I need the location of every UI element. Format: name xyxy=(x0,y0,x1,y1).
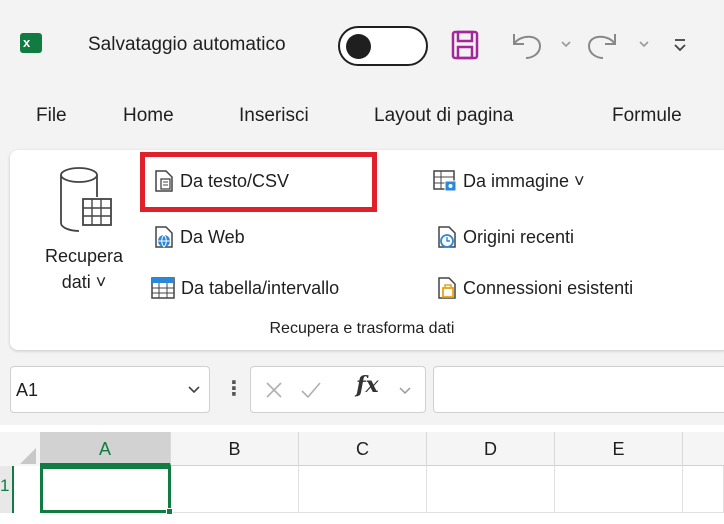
tab-formule[interactable]: Formule xyxy=(612,105,682,127)
save-icon[interactable] xyxy=(451,30,479,65)
da-immagine-label: Da immagine ˅ xyxy=(463,170,585,191)
tab-inserisci[interactable]: Inserisci xyxy=(239,105,309,127)
fx-dropdown-icon[interactable] xyxy=(397,383,413,399)
undo-icon[interactable] xyxy=(506,30,546,65)
connessioni-esistenti-button[interactable]: Connessioni esistenti xyxy=(436,276,633,300)
recent-sources-icon xyxy=(438,226,456,248)
da-tabella-button[interactable]: Da tabella/intervallo xyxy=(150,276,339,300)
redo-icon[interactable] xyxy=(583,30,623,65)
existing-connections-icon xyxy=(438,277,456,299)
da-web-button[interactable]: Da Web xyxy=(153,225,245,249)
toggle-knob xyxy=(346,34,371,59)
fill-handle[interactable] xyxy=(166,508,173,515)
undo-dropdown-icon[interactable] xyxy=(560,34,572,59)
cell-e1[interactable] xyxy=(555,466,683,513)
column-header-e[interactable]: E xyxy=(555,432,683,466)
formula-buttons xyxy=(250,366,426,413)
origini-recenti-button[interactable]: Origini recenti xyxy=(436,225,574,249)
select-all-triangle-icon xyxy=(20,448,36,464)
formula-input[interactable] xyxy=(433,366,724,413)
column-header-a[interactable]: A xyxy=(40,432,171,466)
column-header-c[interactable]: C xyxy=(299,432,427,466)
image-table-icon xyxy=(433,170,457,192)
database-icon[interactable] xyxy=(57,165,117,240)
formula-bar-splitter-icon[interactable]: ⋮ xyxy=(224,376,244,401)
tab-file[interactable]: File xyxy=(36,105,67,127)
enter-check-icon[interactable] xyxy=(299,379,323,401)
connessioni-esistenti-label: Connessioni esistenti xyxy=(463,277,634,298)
column-header-d[interactable]: D xyxy=(427,432,555,466)
redo-dropdown-icon[interactable] xyxy=(638,34,650,59)
ribbon-tabs: File Home Inserisci Layout di pagina For… xyxy=(0,105,724,145)
recupera-label-line2: dati ˅ xyxy=(61,272,107,292)
recupera-label-line1: Recupera xyxy=(44,246,124,266)
da-tabella-label: Da tabella/intervallo xyxy=(181,277,340,298)
cell-b1[interactable] xyxy=(171,466,299,513)
active-cell-outline xyxy=(40,466,171,513)
row-header-1[interactable]: 1 xyxy=(0,466,14,513)
customize-toolbar-icon[interactable] xyxy=(672,32,688,61)
cell-f1[interactable] xyxy=(683,466,724,513)
name-box-dropdown-icon[interactable] xyxy=(186,382,202,403)
cell-c1[interactable] xyxy=(299,466,427,513)
da-immagine-button[interactable]: Da immagine ˅ xyxy=(432,169,585,193)
name-box-value: A1 xyxy=(16,380,39,400)
autosave-toggle[interactable] xyxy=(338,26,428,66)
excel-logo-icon: x xyxy=(20,33,42,53)
autosave-label: Salvataggio automatico xyxy=(88,34,286,55)
group-label: Recupera e trasforma dati xyxy=(269,320,455,337)
web-page-icon xyxy=(155,226,173,248)
name-box[interactable] xyxy=(10,366,210,413)
origini-recenti-label: Origini recenti xyxy=(463,226,575,247)
cell-d1[interactable] xyxy=(427,466,555,513)
highlight-box xyxy=(140,152,377,212)
insert-function-button[interactable]: fx xyxy=(356,372,379,398)
table-icon xyxy=(151,277,175,299)
recupera-dati-button[interactable]: Recupera dati ˅ xyxy=(34,243,134,295)
cancel-icon[interactable] xyxy=(263,379,285,401)
da-web-label: Da Web xyxy=(180,226,245,247)
tab-layout[interactable]: Layout di pagina xyxy=(374,105,513,127)
column-header-b[interactable]: B xyxy=(171,432,299,466)
tab-home[interactable]: Home xyxy=(123,105,174,127)
